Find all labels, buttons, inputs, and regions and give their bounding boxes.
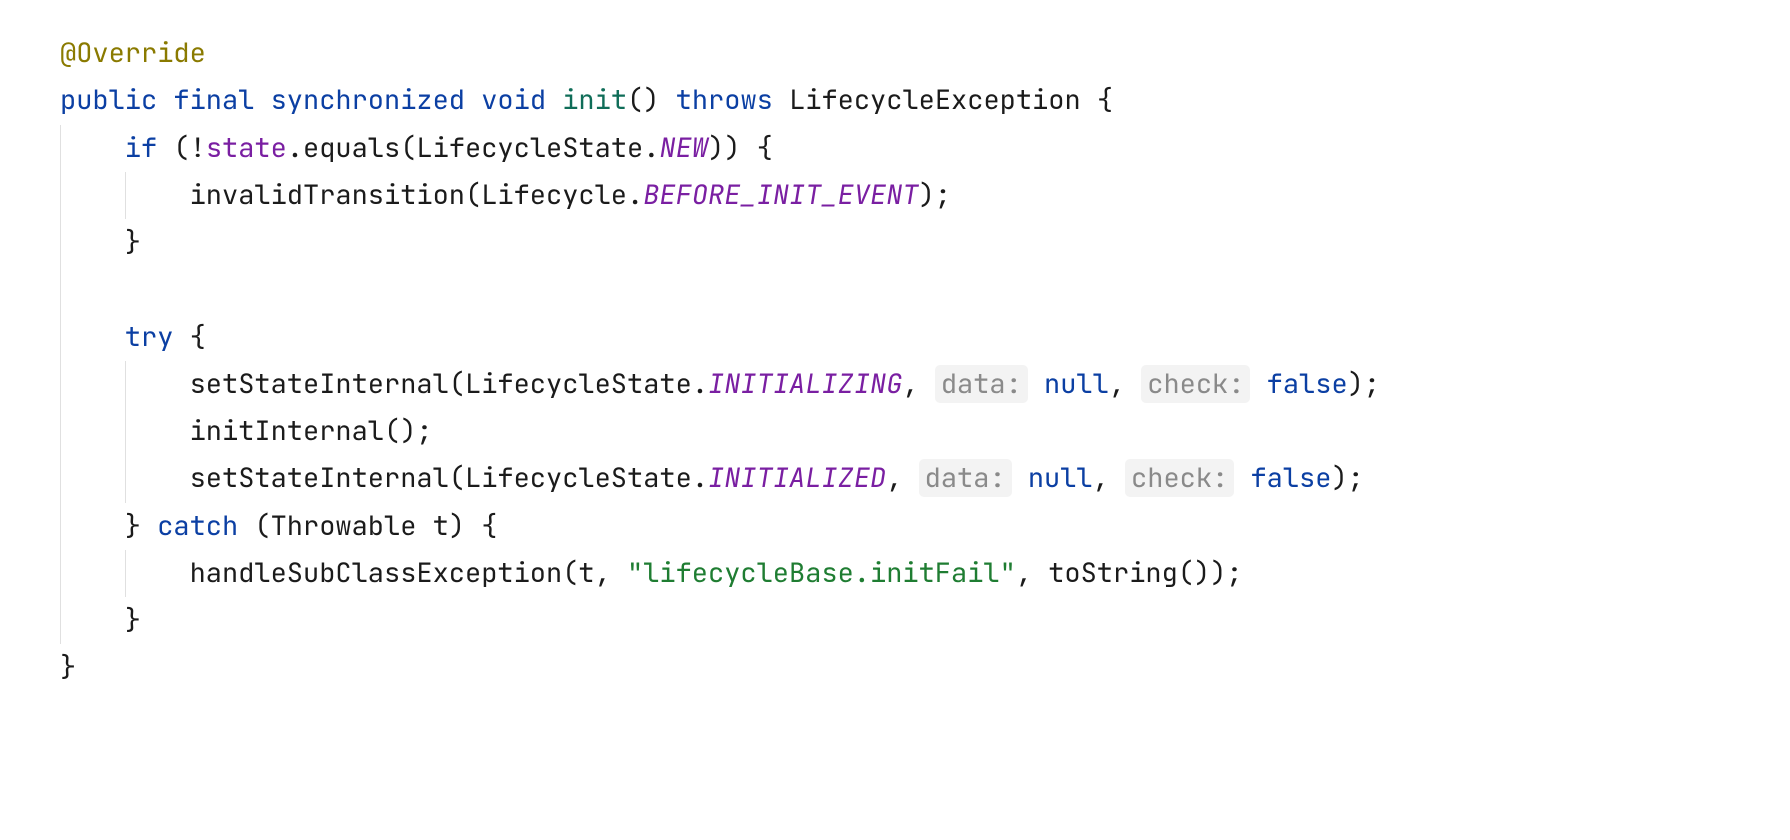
annotation-override: @Override <box>60 35 206 71</box>
handle-tail: , toString()); <box>1016 555 1243 591</box>
catch-param: (Throwable t) { <box>254 508 497 544</box>
kw-false-2: false <box>1250 460 1331 496</box>
code-block: @Override public final synchronized void… <box>0 0 1790 722</box>
const-before-init-event: BEFORE_INIT_EVENT <box>643 177 918 213</box>
kw-void: void <box>481 82 546 118</box>
call-handlesubclassexception: handleSubClassException(t, <box>190 555 627 591</box>
kw-synchronized: synchronized <box>271 82 465 118</box>
field-state: state <box>206 130 287 166</box>
method-name: init <box>562 82 627 118</box>
kw-throws: throws <box>676 82 773 118</box>
param-hint-check-1: check: <box>1141 365 1250 403</box>
kw-public: public <box>60 82 157 118</box>
const-initialized: INITIALIZED <box>708 460 886 496</box>
const-new: NEW <box>659 130 708 166</box>
string-initfail: "lifecycleBase.initFail" <box>627 555 1016 591</box>
kw-false-1: false <box>1267 366 1348 402</box>
kw-try: try <box>125 319 174 355</box>
type-lifecyclestate-2: LifecycleState <box>465 366 692 402</box>
param-hint-check-2: check: <box>1125 459 1234 497</box>
kw-final: final <box>173 82 254 118</box>
call-invalidtransition: invalidTransition( <box>190 177 482 213</box>
kw-null-2: null <box>1028 460 1093 496</box>
param-hint-data-2: data: <box>919 459 1012 497</box>
call-initinternal: initInternal(); <box>190 413 433 449</box>
kw-catch: catch <box>157 508 238 544</box>
type-lifecycle: Lifecycle <box>481 177 627 213</box>
type-lifecyclestate-3: LifecycleState <box>465 460 692 496</box>
exception-type: LifecycleException <box>789 82 1081 118</box>
const-initializing: INITIALIZING <box>708 366 902 402</box>
param-hint-data-1: data: <box>935 365 1028 403</box>
call-equals: .equals( <box>287 130 417 166</box>
call-setstateinternal-1: setStateInternal( <box>190 366 465 402</box>
kw-null-1: null <box>1044 366 1109 402</box>
type-lifecyclestate: LifecycleState <box>416 130 643 166</box>
kw-if: if <box>125 130 157 166</box>
call-setstateinternal-2: setStateInternal( <box>190 460 465 496</box>
